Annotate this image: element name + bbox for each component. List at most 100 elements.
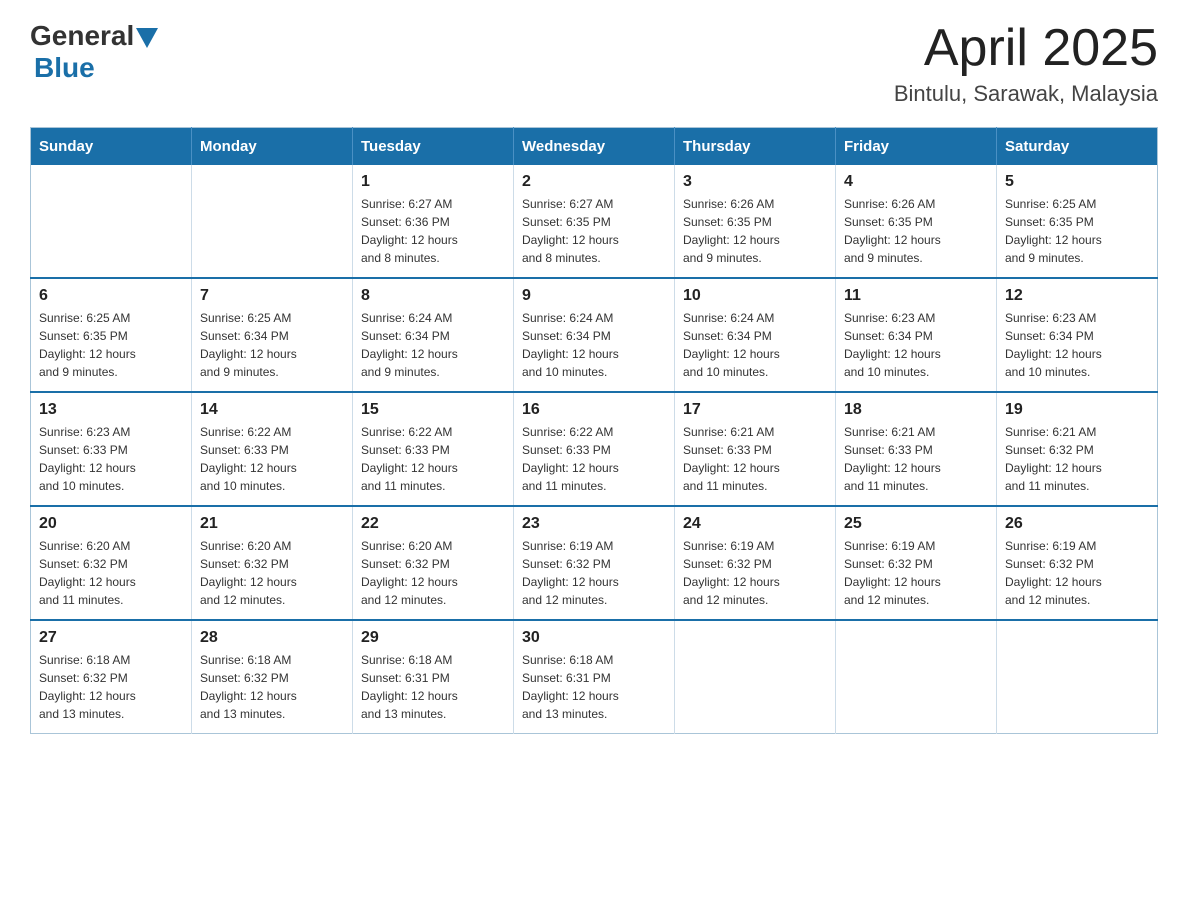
day-info: Sunrise: 6:18 AM Sunset: 6:32 PM Dayligh… — [200, 651, 344, 723]
calendar-cell: 4Sunrise: 6:26 AM Sunset: 6:35 PM Daylig… — [836, 165, 997, 278]
calendar-cell: 23Sunrise: 6:19 AM Sunset: 6:32 PM Dayli… — [514, 506, 675, 620]
calendar-cell — [31, 165, 192, 278]
day-info: Sunrise: 6:18 AM Sunset: 6:31 PM Dayligh… — [522, 651, 666, 723]
day-number: 13 — [39, 401, 183, 419]
day-number: 3 — [683, 173, 827, 191]
day-info: Sunrise: 6:22 AM Sunset: 6:33 PM Dayligh… — [200, 423, 344, 495]
day-number: 20 — [39, 515, 183, 533]
day-info: Sunrise: 6:26 AM Sunset: 6:35 PM Dayligh… — [683, 195, 827, 267]
day-number: 1 — [361, 173, 505, 191]
calendar-cell: 2 Sunrise: 6:27 AM Sunset: 6:35 PM Daylig… — [514, 165, 675, 278]
day-number: 6 — [39, 287, 183, 305]
day-number: 17 — [683, 401, 827, 419]
day-number: 7 — [200, 287, 344, 305]
day-number: 21 — [200, 515, 344, 533]
day-number: 24 — [683, 515, 827, 533]
page-subtitle: Bintulu, Sarawak, Malaysia — [894, 81, 1158, 107]
day-number: 30 — [522, 629, 666, 647]
calendar-cell: 1 Sunrise: 6:27 AM Sunset: 6:36 PM Daylig… — [353, 165, 514, 278]
calendar-day-header: Monday — [192, 128, 353, 166]
day-info: Sunrise: 6:26 AM Sunset: 6:35 PM Dayligh… — [844, 195, 988, 267]
logo-general-text: General — [30, 20, 134, 52]
calendar-table: SundayMondayTuesdayWednesdayThursdayFrid… — [30, 127, 1158, 734]
day-number: 27 — [39, 629, 183, 647]
day-info: Sunrise: 6:20 AM Sunset: 6:32 PM Dayligh… — [200, 537, 344, 609]
calendar-day-header: Tuesday — [353, 128, 514, 166]
page-header: General Blue April 2025 Bintulu, Sarawak… — [30, 20, 1158, 107]
day-number: 14 — [200, 401, 344, 419]
day-number: 2 — [522, 173, 666, 191]
calendar-cell: 9Sunrise: 6:24 AM Sunset: 6:34 PM Daylig… — [514, 278, 675, 392]
day-info: Sunrise: 6:20 AM Sunset: 6:32 PM Dayligh… — [39, 537, 183, 609]
calendar-cell: 27 Sunrise: 6:18 AM Sunset: 6:32 PM Dayli… — [31, 620, 192, 734]
day-number: 22 — [361, 515, 505, 533]
day-info: Sunrise: 6:23 AM Sunset: 6:33 PM Dayligh… — [39, 423, 183, 495]
day-number: 19 — [1005, 401, 1149, 419]
calendar-day-header: Wednesday — [514, 128, 675, 166]
calendar-week-row: 13 Sunrise: 6:23 AM Sunset: 6:33 PM Dayli… — [31, 392, 1158, 506]
day-info: Sunrise: 6:27 AM Sunset: 6:35 PM Dayligh… — [522, 195, 666, 267]
calendar-cell: 8 Sunrise: 6:24 AM Sunset: 6:34 PM Daylig… — [353, 278, 514, 392]
day-number: 11 — [844, 287, 988, 305]
day-number: 25 — [844, 515, 988, 533]
calendar-cell: 15Sunrise: 6:22 AM Sunset: 6:33 PM Dayli… — [353, 392, 514, 506]
calendar-header-row: SundayMondayTuesdayWednesdayThursdayFrid… — [31, 128, 1158, 166]
calendar-cell — [836, 620, 997, 734]
calendar-cell: 19 Sunrise: 6:21 AM Sunset: 6:32 PM Dayli… — [997, 392, 1158, 506]
calendar-cell: 21 Sunrise: 6:20 AM Sunset: 6:32 PM Dayli… — [192, 506, 353, 620]
calendar-cell: 30 Sunrise: 6:18 AM Sunset: 6:31 PM Dayli… — [514, 620, 675, 734]
calendar-cell: 25 Sunrise: 6:19 AM Sunset: 6:32 PM Dayli… — [836, 506, 997, 620]
day-info: Sunrise: 6:20 AM Sunset: 6:32 PM Dayligh… — [361, 537, 505, 609]
calendar-cell: 10 Sunrise: 6:24 AM Sunset: 6:34 PM Dayli… — [675, 278, 836, 392]
day-info: Sunrise: 6:24 AM Sunset: 6:34 PM Dayligh… — [361, 309, 505, 381]
day-info: Sunrise: 6:27 AM Sunset: 6:36 PM Dayligh… — [361, 195, 505, 267]
day-info: Sunrise: 6:21 AM Sunset: 6:33 PM Dayligh… — [844, 423, 988, 495]
logo-blue-text: Blue — [34, 52, 95, 83]
day-info: Sunrise: 6:19 AM Sunset: 6:32 PM Dayligh… — [522, 537, 666, 609]
day-info: Sunrise: 6:25 AM Sunset: 6:35 PM Dayligh… — [1005, 195, 1149, 267]
day-number: 12 — [1005, 287, 1149, 305]
title-block: April 2025 Bintulu, Sarawak, Malaysia — [894, 20, 1158, 107]
page-title: April 2025 — [894, 20, 1158, 77]
day-info: Sunrise: 6:25 AM Sunset: 6:34 PM Dayligh… — [200, 309, 344, 381]
day-info: Sunrise: 6:21 AM Sunset: 6:33 PM Dayligh… — [683, 423, 827, 495]
day-info: Sunrise: 6:22 AM Sunset: 6:33 PM Dayligh… — [522, 423, 666, 495]
day-info: Sunrise: 6:24 AM Sunset: 6:34 PM Dayligh… — [683, 309, 827, 381]
calendar-week-row: 27 Sunrise: 6:18 AM Sunset: 6:32 PM Dayli… — [31, 620, 1158, 734]
day-number: 29 — [361, 629, 505, 647]
calendar-day-header: Friday — [836, 128, 997, 166]
day-number: 15 — [361, 401, 505, 419]
calendar-week-row: 1 Sunrise: 6:27 AM Sunset: 6:36 PM Daylig… — [31, 165, 1158, 278]
logo: General Blue — [30, 20, 158, 84]
calendar-cell: 11 Sunrise: 6:23 AM Sunset: 6:34 PM Dayli… — [836, 278, 997, 392]
logo-triangle-icon — [136, 28, 158, 48]
calendar-day-header: Sunday — [31, 128, 192, 166]
calendar-cell: 28Sunrise: 6:18 AM Sunset: 6:32 PM Dayli… — [192, 620, 353, 734]
calendar-cell: 7 Sunrise: 6:25 AM Sunset: 6:34 PM Daylig… — [192, 278, 353, 392]
day-info: Sunrise: 6:18 AM Sunset: 6:32 PM Dayligh… — [39, 651, 183, 723]
calendar-cell: 14 Sunrise: 6:22 AM Sunset: 6:33 PM Dayli… — [192, 392, 353, 506]
calendar-cell: 29 Sunrise: 6:18 AM Sunset: 6:31 PM Dayli… — [353, 620, 514, 734]
calendar-cell: 5Sunrise: 6:25 AM Sunset: 6:35 PM Daylig… — [997, 165, 1158, 278]
calendar-cell: 26Sunrise: 6:19 AM Sunset: 6:32 PM Dayli… — [997, 506, 1158, 620]
calendar-cell — [675, 620, 836, 734]
day-info: Sunrise: 6:23 AM Sunset: 6:34 PM Dayligh… — [844, 309, 988, 381]
calendar-day-header: Saturday — [997, 128, 1158, 166]
day-info: Sunrise: 6:19 AM Sunset: 6:32 PM Dayligh… — [683, 537, 827, 609]
day-info: Sunrise: 6:19 AM Sunset: 6:32 PM Dayligh… — [844, 537, 988, 609]
calendar-cell: 24 Sunrise: 6:19 AM Sunset: 6:32 PM Dayli… — [675, 506, 836, 620]
calendar-week-row: 6Sunrise: 6:25 AM Sunset: 6:35 PM Daylig… — [31, 278, 1158, 392]
calendar-day-header: Thursday — [675, 128, 836, 166]
day-info: Sunrise: 6:18 AM Sunset: 6:31 PM Dayligh… — [361, 651, 505, 723]
day-number: 16 — [522, 401, 666, 419]
calendar-cell: 20 Sunrise: 6:20 AM Sunset: 6:32 PM Dayli… — [31, 506, 192, 620]
calendar-cell — [997, 620, 1158, 734]
calendar-week-row: 20 Sunrise: 6:20 AM Sunset: 6:32 PM Dayli… — [31, 506, 1158, 620]
calendar-cell: 18Sunrise: 6:21 AM Sunset: 6:33 PM Dayli… — [836, 392, 997, 506]
calendar-cell: 22 Sunrise: 6:20 AM Sunset: 6:32 PM Dayli… — [353, 506, 514, 620]
calendar-cell: 6Sunrise: 6:25 AM Sunset: 6:35 PM Daylig… — [31, 278, 192, 392]
day-info: Sunrise: 6:21 AM Sunset: 6:32 PM Dayligh… — [1005, 423, 1149, 495]
day-number: 8 — [361, 287, 505, 305]
day-number: 10 — [683, 287, 827, 305]
day-number: 26 — [1005, 515, 1149, 533]
